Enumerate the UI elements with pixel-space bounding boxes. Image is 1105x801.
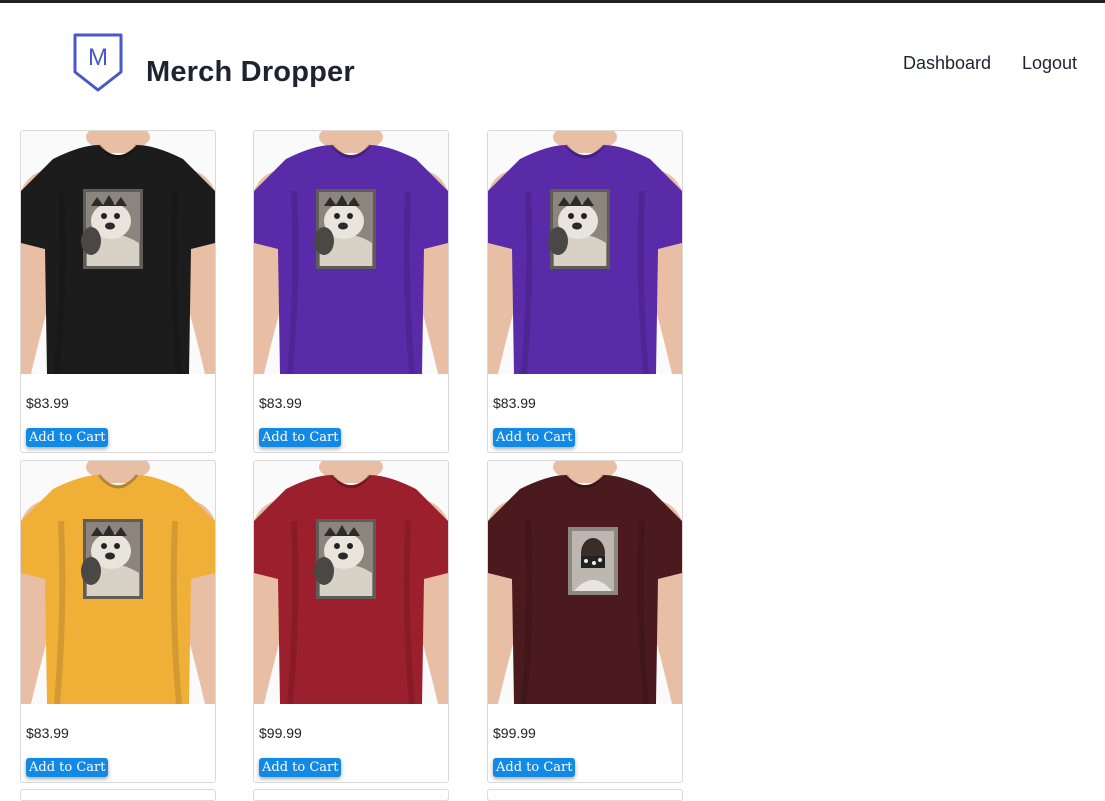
logo-letter: M xyxy=(88,44,108,71)
add-to-cart-button[interactable]: Add to Cart xyxy=(26,428,109,447)
add-to-cart-button[interactable]: Add to Cart xyxy=(26,758,109,777)
product-shirt-image[interactable] xyxy=(488,131,682,374)
product-card[interactable]: $83.99 Add to Cart xyxy=(487,130,683,453)
product-card[interactable]: $83.99 Add to Cart xyxy=(20,130,216,453)
add-to-cart-button[interactable]: Add to Cart xyxy=(259,428,342,447)
product-card-partial xyxy=(20,789,216,801)
product-shirt-image[interactable] xyxy=(254,461,448,704)
product-price: $83.99 xyxy=(493,395,536,411)
product-price: $83.99 xyxy=(259,395,302,411)
product-card[interactable]: $83.99 Add to Cart xyxy=(253,130,449,453)
product-card[interactable]: $99.99 Add to Cart xyxy=(253,460,449,783)
nav-dashboard-link[interactable]: Dashboard xyxy=(903,53,991,74)
product-shirt-image[interactable] xyxy=(21,131,215,374)
brand-title[interactable]: Merch Dropper xyxy=(146,56,355,89)
product-shirt-image[interactable] xyxy=(21,461,215,704)
merch-dropper-logo-icon[interactable]: M xyxy=(72,32,124,94)
product-shirt-image[interactable] xyxy=(254,131,448,374)
product-card[interactable]: $83.99 Add to Cart xyxy=(20,460,216,783)
product-price: $99.99 xyxy=(493,725,536,741)
product-card[interactable]: $99.99 Add to Cart xyxy=(487,460,683,783)
product-price: $83.99 xyxy=(26,395,69,411)
product-card-partial xyxy=(487,789,683,801)
site-header: M Merch Dropper Dashboard Logout xyxy=(0,3,1105,113)
add-to-cart-button[interactable]: Add to Cart xyxy=(493,428,576,447)
add-to-cart-button[interactable]: Add to Cart xyxy=(259,758,342,777)
product-price: $83.99 xyxy=(26,725,69,741)
nav-logout-link[interactable]: Logout xyxy=(1022,53,1077,74)
product-price: $99.99 xyxy=(259,725,302,741)
product-card-partial xyxy=(253,789,449,801)
add-to-cart-button[interactable]: Add to Cart xyxy=(493,758,576,777)
product-shirt-image[interactable] xyxy=(488,461,682,704)
